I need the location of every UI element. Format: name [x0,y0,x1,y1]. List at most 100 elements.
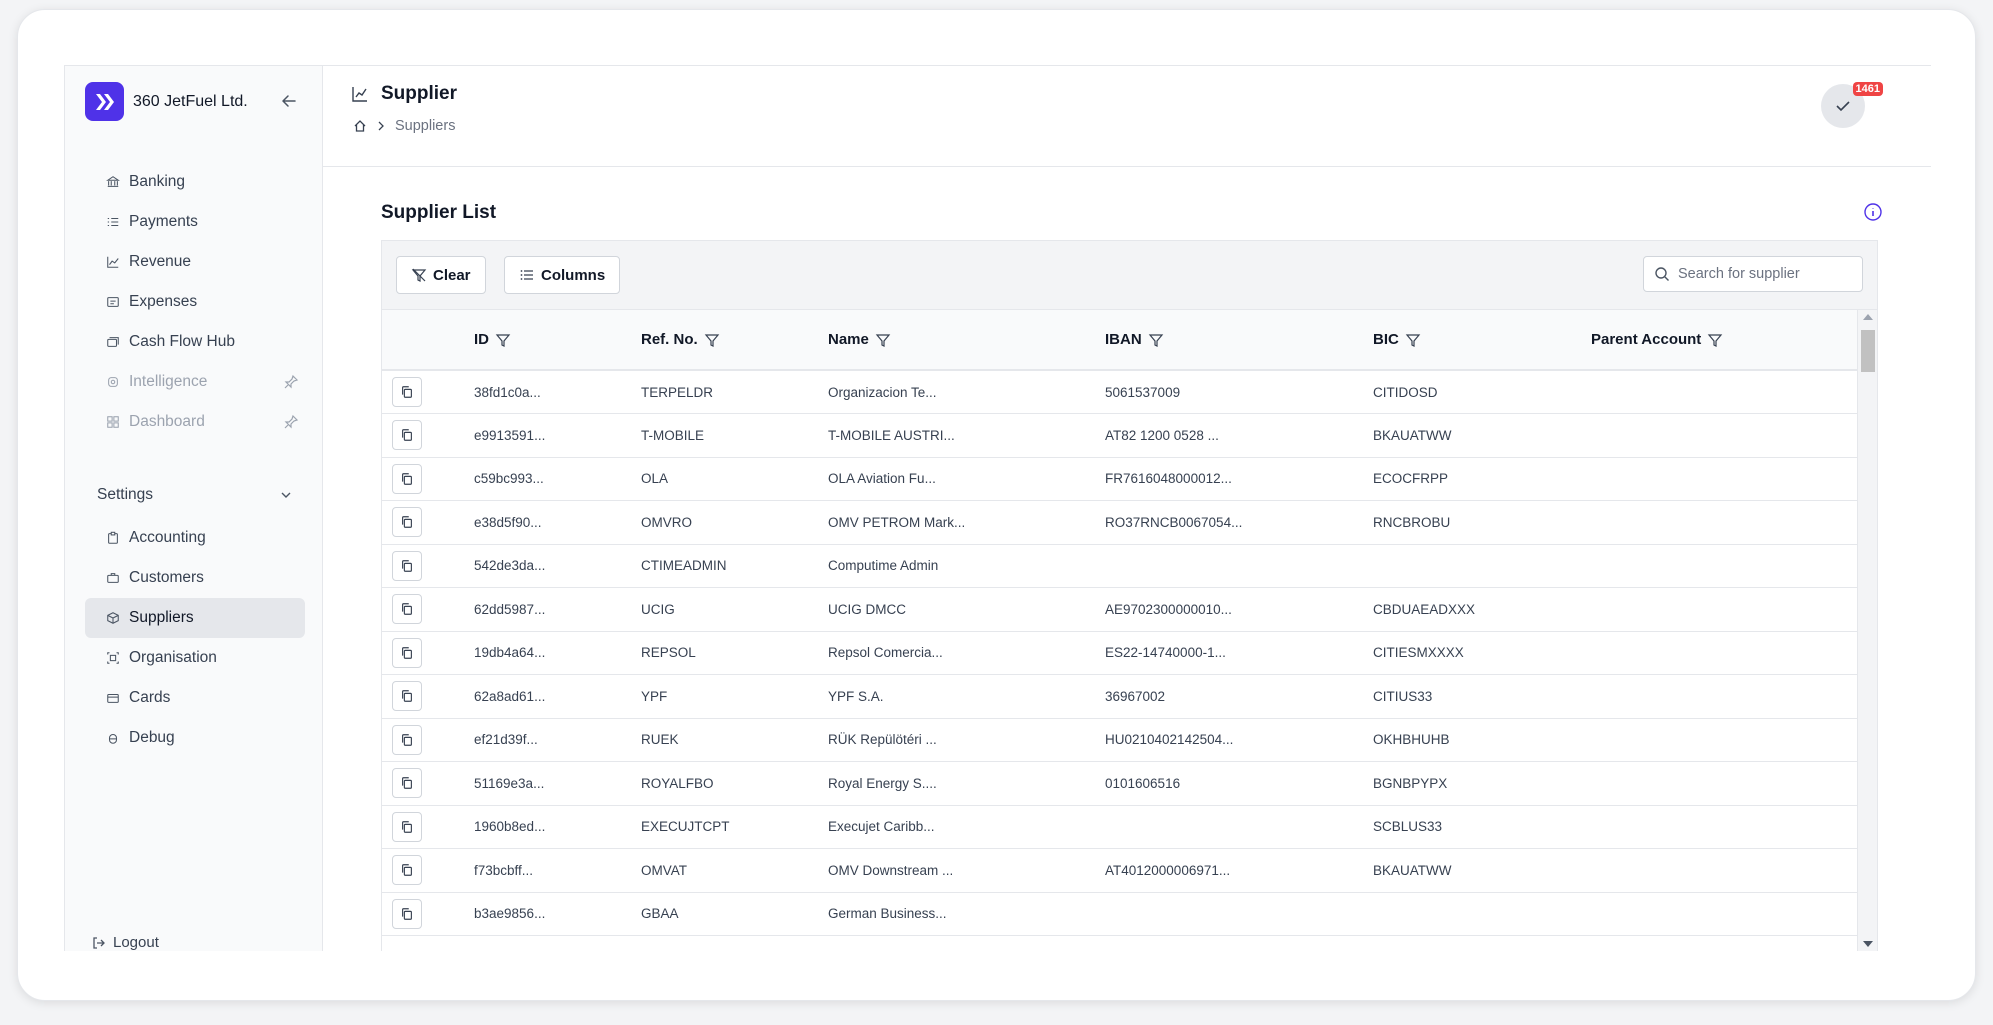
column-header-iban[interactable]: IBAN [1105,310,1373,371]
copy-button[interactable] [392,724,422,755]
cell-bic: SCBLUS33 [1373,805,1591,849]
cell-name: German Business... [828,892,1105,936]
sidebar-item-expenses[interactable]: Expenses [85,282,305,322]
table-scrollbar[interactable] [1857,310,1877,951]
sidebar-item-debug[interactable]: Debug [85,718,305,758]
cell-id: e38d5f90... [474,500,641,545]
column-header-label: Parent Account [1591,331,1702,348]
copy-button[interactable] [392,811,422,842]
copy-button[interactable] [392,637,422,668]
notifications-button[interactable]: 1461 [1821,82,1883,128]
table-row[interactable]: 1960b8ed... EXECUJTCPT Execujet Caribb... S… [382,805,1857,849]
table-row[interactable]: 62dd5987... UCIG UCIG DMCC AE9702300000010.… [382,587,1857,632]
cell-iban: 36967002 [1105,674,1373,719]
sidebar-item-dashboard[interactable]: Dashboard [85,402,305,442]
sidebar-item-organisation[interactable]: Organisation [85,638,305,678]
window-frame: 360 JetFuel Ltd. Banking Payments Revenue E… [17,9,1976,1001]
copy-button[interactable] [392,463,422,494]
breadcrumb: Suppliers [353,118,455,134]
column-header-bic[interactable]: BIC [1373,310,1591,371]
cell-id: 51169e3a... [474,761,641,806]
table-row[interactable]: 19db4a64... REPSOL Repsol Comercia... ES22-… [382,631,1857,675]
copy-button[interactable] [392,507,422,538]
sidebar-item-customers[interactable]: Customers [85,558,305,598]
copy-icon [402,516,412,529]
sidebar-item-banking[interactable]: Banking [85,162,305,202]
copy-button[interactable] [392,898,422,929]
home-icon[interactable] [353,119,367,133]
table-row[interactable]: 38fd1c0a... TERPELDR Organizacion Te... 506… [382,370,1857,414]
filter-icon[interactable] [875,332,891,348]
column-header-ref-no[interactable]: Ref. No. [641,310,828,371]
clear-filters-button[interactable]: Clear [396,256,486,294]
table-row[interactable]: 542de3da... CTIMEADMIN Computime Admin [382,544,1857,588]
filter-icon[interactable] [495,332,511,348]
cell-bic: CITIESMXXXX [1373,631,1591,675]
cell-parent-account [1591,892,1857,936]
sidebar-item-payments[interactable]: Payments [85,202,305,242]
columns-button[interactable]: Columns [504,256,621,294]
sidebar-item-accounting[interactable]: Accounting [85,518,305,558]
search-input[interactable] [1678,266,1848,282]
copy-button[interactable] [392,594,422,625]
cash-icon [105,334,121,350]
cell-name: Royal Energy S.... [828,761,1105,806]
brain-icon [105,374,121,390]
column-header-id[interactable]: ID [474,310,641,371]
table-row[interactable]: b3ae9856... GBAA German Business... [382,892,1857,936]
row-action-cell [382,413,474,458]
pin-icon[interactable] [283,414,299,430]
copy-button[interactable] [392,768,422,799]
table-row[interactable]: ef21d39f... RUEK RÜK Repülötéri ... HU02104… [382,718,1857,762]
copy-button[interactable] [392,855,422,886]
sidebar-item-suppliers[interactable]: Suppliers [85,598,305,638]
cell-ref-no: EXECUJTCPT [641,805,828,849]
cell-iban: RO37RNCB0067054... [1105,500,1373,545]
cell-iban [1105,892,1373,936]
breadcrumb-current[interactable]: Suppliers [395,118,455,134]
collapse-sidebar-button[interactable] [278,90,300,112]
brand[interactable]: 360 JetFuel Ltd. [85,82,248,121]
table-row[interactable]: 62a8ad61... YPF YPF S.A. 36967002 CITIUS33 [382,674,1857,719]
copy-button[interactable] [392,550,422,581]
pin-icon[interactable] [283,374,299,390]
cell-parent-account [1591,848,1857,893]
sidebar-item-cards[interactable]: Cards [85,678,305,718]
column-header-parent-account[interactable]: Parent Account [1591,310,1857,371]
scroll-thumb[interactable] [1861,330,1875,372]
cell-parent-account [1591,631,1857,675]
sidebar-item-intelligence[interactable]: Intelligence [85,362,305,402]
table-row[interactable]: e9913591... T-MOBILE T-MOBILE AUSTRI... AT8… [382,413,1857,458]
filter-icon[interactable] [1707,332,1723,348]
filter-icon[interactable] [1405,332,1421,348]
scroll-down-arrow[interactable] [1863,941,1873,947]
table-row[interactable]: e38d5f90... OMVRO OMV PETROM Mark... RO37RN… [382,500,1857,545]
page-header: Supplier Suppliers 1461 [323,66,1931,167]
table-row[interactable]: c59bc993... OLA OLA Aviation Fu... FR761604… [382,457,1857,501]
sidebar-item-revenue[interactable]: Revenue [85,242,305,282]
column-header-label: Name [828,331,869,348]
copy-button[interactable] [392,420,422,451]
cell-name: T-MOBILE AUSTRI... [828,413,1105,458]
filter-icon[interactable] [704,332,720,348]
copy-button[interactable] [392,377,422,407]
cell-bic: BKAUATWW [1373,413,1591,458]
table-row[interactable]: 51169e3a... ROYALFBO Royal Energy S.... 010… [382,761,1857,806]
info-icon[interactable] [1863,202,1883,222]
supplier-table: ID Ref. No. Name IBAN BIC Parent Account 38fd… [381,309,1878,951]
sidebar-item-cash-flow-hub[interactable]: Cash Flow Hub [85,322,305,362]
logout-button[interactable]: Logout [91,934,159,951]
filter-icon[interactable] [1148,332,1164,348]
column-header-name[interactable]: Name [828,310,1105,371]
cell-id: 62dd5987... [474,587,641,632]
copy-icon [402,646,412,659]
cell-iban: 5061537009 [1105,370,1373,414]
settings-section-toggle[interactable]: Settings [97,480,293,510]
cell-parent-account [1591,500,1857,545]
table-row[interactable]: f73bcbff... OMVAT OMV Downstream ... AT4012… [382,848,1857,893]
sidebar-item-label: Cards [129,689,171,706]
copy-button[interactable] [392,681,422,712]
cell-id: 62a8ad61... [474,674,641,719]
scroll-up-arrow[interactable] [1863,314,1873,320]
cell-iban: ES22-14740000-1... [1105,631,1373,675]
